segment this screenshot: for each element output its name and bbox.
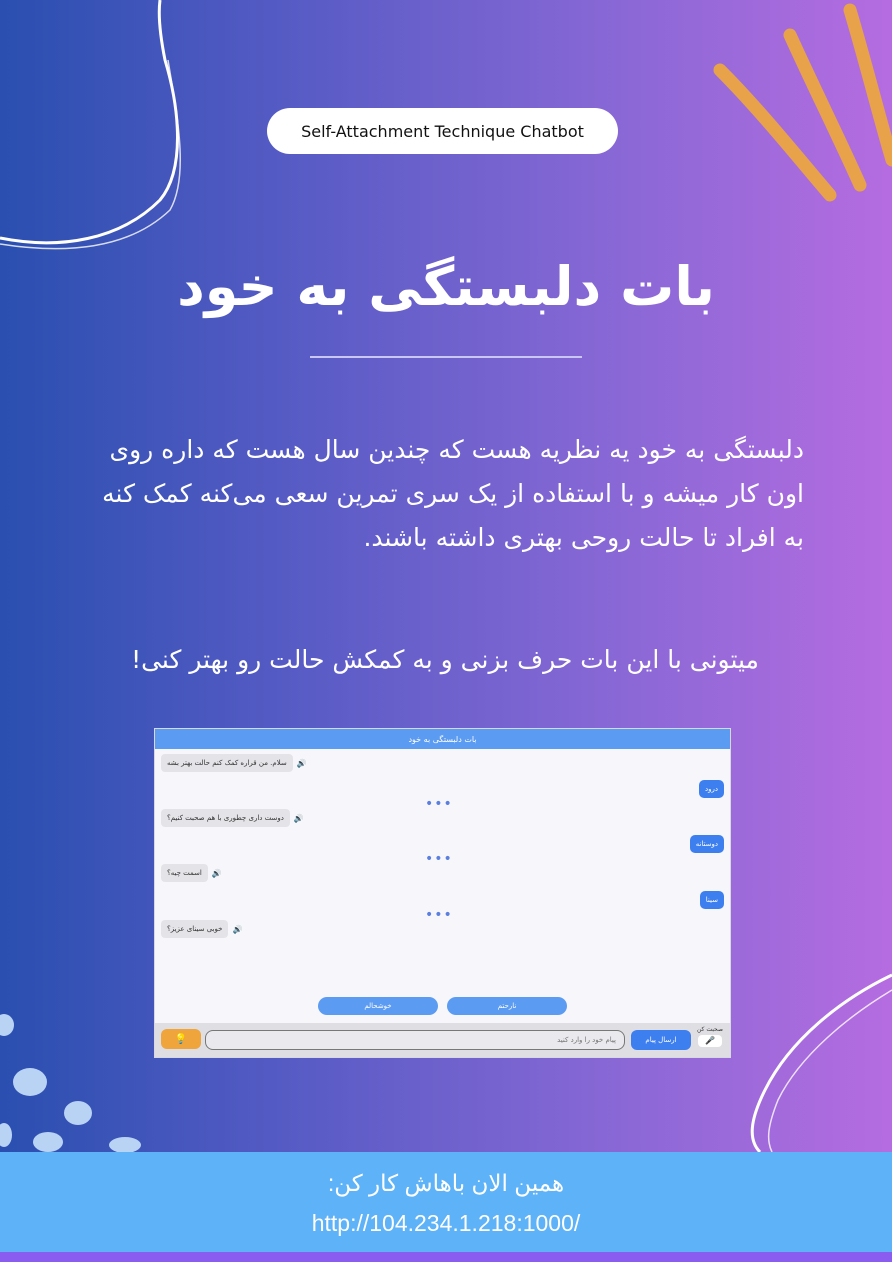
scribble-line <box>0 59 182 250</box>
speaker-icon[interactable]: 🔊 <box>232 925 242 934</box>
orange-stroke <box>843 3 892 167</box>
voice-label: صحبت کن <box>696 1026 723 1033</box>
typing-indicator: ••• <box>425 851 453 867</box>
user-message: درود <box>699 780 724 798</box>
footer-strip <box>0 1252 892 1262</box>
blob-shape <box>33 1132 63 1152</box>
bot-message: خوبی سینای عزیز؟ 🔊 <box>161 920 242 938</box>
user-message: دوستانه <box>689 835 724 853</box>
speaker-icon[interactable]: 🔊 <box>294 814 304 823</box>
blob-shape <box>0 1123 12 1147</box>
microphone-icon[interactable]: 🎤 <box>698 1035 722 1047</box>
bot-bubble: خوبی سینای عزیز؟ <box>161 920 229 938</box>
blob-shape <box>0 1014 14 1036</box>
decorative-scribbles <box>0 0 892 1154</box>
bot-message: دوست داری چطوری با هم صحبت کنیم؟ 🔊 <box>161 809 304 827</box>
title-divider <box>310 356 582 358</box>
scribble-line <box>750 973 892 1154</box>
quick-reply-happy-button[interactable]: خوشحالم <box>318 997 438 1015</box>
typing-indicator: ••• <box>425 796 453 812</box>
footer-url-link[interactable]: http://104.234.1.218:1000/ <box>0 1210 892 1237</box>
speaker-icon[interactable]: 🔊 <box>212 869 222 878</box>
voice-input-control: صحبت کن 🎤 <box>695 1026 725 1054</box>
bot-message: سلام. من قراره کمک کنم حالت بهتر بشه 🔊 <box>161 754 307 772</box>
quick-reply-sad-button[interactable]: نارحتم <box>447 997 567 1015</box>
badge-text: Self-Attachment Technique Chatbot <box>301 121 584 141</box>
bot-bubble: اسمت چیه؟ <box>161 864 208 882</box>
blob-shape <box>109 1137 141 1153</box>
chat-input-bar: 💡 ارسال پیام صحبت کن 🎤 <box>155 1023 730 1057</box>
chat-header: بات دلبستگی به خود <box>155 729 730 749</box>
blob-shape <box>64 1101 92 1125</box>
typing-indicator: ••• <box>425 907 453 923</box>
page-title: بات دلبستگی به خود <box>177 255 715 318</box>
badge-pill: Self-Attachment Technique Chatbot <box>267 108 618 154</box>
lightbulb-icon[interactable]: 💡 <box>161 1029 201 1049</box>
bot-bubble: سلام. من قراره کمک کنم حالت بهتر بشه <box>161 754 293 772</box>
description-text: دلبستگی به خود یه نظریه هست که چندین سال… <box>102 435 804 552</box>
chat-preview: بات دلبستگی به خود سلام. من قراره کمک کن… <box>155 729 730 1057</box>
speaker-icon[interactable]: 🔊 <box>297 759 307 768</box>
user-message: سینا <box>699 891 724 909</box>
footer-prompt: همین الان باهاش کار کن: <box>327 1170 565 1196</box>
message-input[interactable] <box>205 1030 625 1050</box>
blob-shape <box>13 1068 47 1096</box>
call-to-action-text: میتونی با این بات حرف بزنی و به کمکش حال… <box>131 645 759 674</box>
bot-message: اسمت چیه؟ 🔊 <box>161 864 222 882</box>
bot-bubble: دوست داری چطوری با هم صحبت کنیم؟ <box>161 809 290 827</box>
footer-banner: همین الان باهاش کار کن: http://104.234.1… <box>0 1152 892 1252</box>
scribble-line <box>0 0 179 245</box>
send-message-button[interactable]: ارسال پیام <box>631 1030 691 1050</box>
